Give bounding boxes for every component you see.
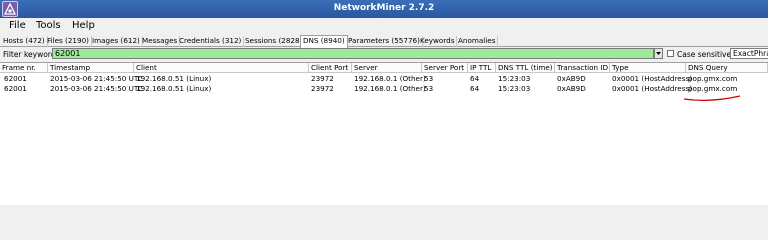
cell-dns-ttl: 15:23:03 — [498, 84, 531, 93]
cell-server-port: 53 — [424, 84, 434, 93]
filter-keyword-label: Filter keyword: — [3, 50, 59, 59]
menu-file[interactable]: File — [9, 20, 26, 31]
cell-dns-query: pop.gmx.com — [688, 84, 738, 93]
title-bar: NetworkMiner 2.7.2 — [0, 0, 768, 18]
column-header-dns-ttl[interactable]: DNS TTL (time) — [496, 63, 555, 73]
table-row[interactable]: 62001 2015-03-06 21:45:50 UTC 192.168.0.… — [0, 74, 768, 84]
column-header-client-port[interactable]: Client Port — [309, 63, 352, 73]
column-header-client[interactable]: Client — [134, 63, 309, 73]
tab-keywords[interactable]: Keywords — [418, 36, 458, 47]
menu-help[interactable]: Help — [72, 20, 95, 31]
tab-credentials[interactable]: Credentials (312) — [177, 36, 245, 47]
tab-strip: Hosts (472) Files (2190) Images (612) Me… — [0, 35, 768, 48]
cell-type: 0x0001 (HostAddress) — [612, 84, 692, 93]
filter-history-dropdown[interactable] — [654, 48, 663, 59]
cell-dns-query: pop.gmx.com — [688, 74, 738, 83]
cell-timestamp: 2015-03-06 21:45:50 UTC — [50, 74, 143, 83]
cell-client: 192.168.0.51 (Linux) — [136, 84, 212, 93]
tab-files[interactable]: Files (2190) — [45, 36, 92, 47]
case-sensitive-label: Case sensitive — [677, 50, 732, 59]
cell-server: 192.168.0.1 (Other) — [354, 84, 426, 93]
column-header-server[interactable]: Server — [352, 63, 422, 73]
column-header-transaction-id[interactable]: Transaction ID — [555, 63, 610, 73]
menu-tools[interactable]: Tools — [36, 20, 61, 31]
column-header-type[interactable]: Type — [610, 63, 686, 73]
cell-transaction-id: 0xAB9D — [557, 84, 586, 93]
cell-client-port: 23972 — [311, 84, 334, 93]
window-title: NetworkMiner 2.7.2 — [333, 3, 435, 13]
cell-frame: 62001 — [4, 74, 27, 83]
chevron-down-icon — [656, 52, 661, 55]
filter-bar: Filter keyword: 62001 Case sensitive Exa… — [0, 47, 768, 61]
table-row[interactable]: 62001 2015-03-06 21:45:50 UTC 192.168.0.… — [0, 84, 768, 94]
cell-server-port: 53 — [424, 74, 434, 83]
column-header-timestamp[interactable]: Timestamp — [48, 63, 134, 73]
tab-messages[interactable]: Messages — [140, 36, 181, 47]
tab-hosts[interactable]: Hosts (472) — [1, 36, 48, 47]
cell-ip-ttl: 64 — [470, 74, 480, 83]
column-header-server-port[interactable]: Server Port — [422, 63, 468, 73]
cell-server: 192.168.0.1 (Other) — [354, 74, 426, 83]
column-header-frame[interactable]: Frame nr. — [0, 63, 48, 73]
tab-images[interactable]: Images (612) — [90, 36, 143, 47]
cell-frame: 62001 — [4, 84, 27, 93]
case-sensitive-checkbox[interactable] — [667, 50, 674, 57]
dns-table: Frame nr. Timestamp Client Client Port S… — [0, 62, 768, 205]
column-header-ip-ttl[interactable]: IP TTL — [468, 63, 496, 73]
column-header-dns-query[interactable]: DNS Query — [686, 63, 768, 73]
red-underline-annotation — [683, 95, 741, 101]
match-mode-select[interactable]: ExactPhrase — [730, 48, 768, 59]
tab-parameters[interactable]: Parameters (55776) — [346, 36, 423, 47]
cell-ip-ttl: 64 — [470, 84, 480, 93]
cell-timestamp: 2015-03-06 21:45:50 UTC — [50, 84, 143, 93]
tab-anomalies[interactable]: Anomalies — [456, 36, 499, 47]
filter-keyword-input[interactable]: 62001 — [52, 48, 654, 59]
cell-type: 0x0001 (HostAddress) — [612, 74, 692, 83]
cell-dns-ttl: 15:23:03 — [498, 74, 531, 83]
cell-transaction-id: 0xAB9D — [557, 74, 586, 83]
cell-client-port: 23972 — [311, 74, 334, 83]
tab-sessions[interactable]: Sessions (2828) — [243, 36, 306, 47]
menu-bar: File Tools Help — [0, 18, 768, 35]
cell-client: 192.168.0.51 (Linux) — [136, 74, 212, 83]
